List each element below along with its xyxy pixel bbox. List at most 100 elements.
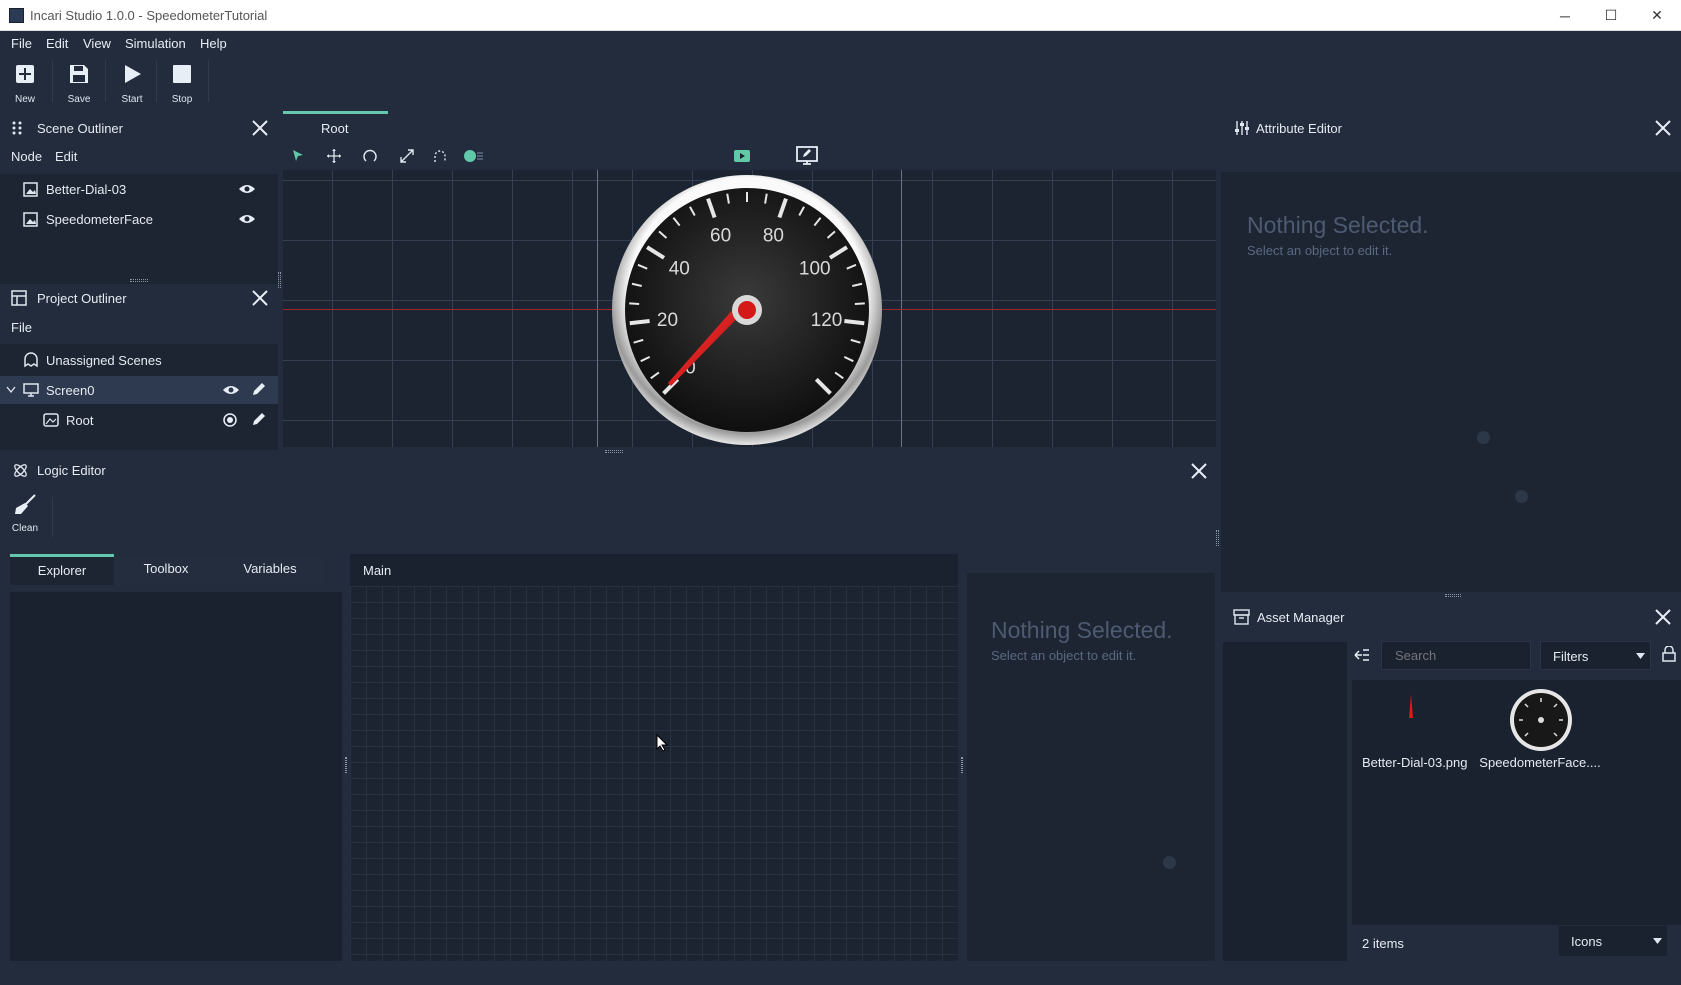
dial-label: 80 [763,225,784,246]
close-window-button[interactable]: ✕ [1634,0,1680,31]
scale-icon[interactable] [399,148,415,164]
splitter-handle[interactable] [278,272,281,288]
splitter-handle[interactable] [1216,530,1219,546]
stop-button[interactable]: Stop [160,60,204,106]
menu-simulation[interactable]: Simulation [125,36,186,51]
eye-icon[interactable] [238,213,256,225]
close-icon[interactable] [250,118,270,138]
view-mode-label: Icons [1571,934,1603,949]
screen-row[interactable]: Screen0 [0,376,278,404]
preview-play-icon[interactable] [733,147,751,165]
view-mode-dropdown[interactable]: Icons [1559,926,1667,956]
rotate-icon[interactable] [362,148,378,164]
root-label: Root [66,413,94,428]
broom-icon [15,494,36,514]
close-icon[interactable] [1653,607,1673,627]
chevron-down-icon[interactable] [6,386,16,394]
asset-grid[interactable]: Better-Dial-03.png SpeedometerFace.... [1352,680,1681,925]
start-label: Start [121,94,143,105]
save-button[interactable]: Save [57,60,101,106]
lock-icon[interactable] [1662,646,1676,662]
logic-canvas-tab-main[interactable]: Main [363,563,391,578]
viewport-toolbar [283,144,1216,170]
logic-atom-icon [14,464,27,477]
start-button[interactable]: Start [110,60,154,106]
filters-dropdown[interactable]: Filters [1540,641,1651,670]
splitter-handle[interactable] [605,450,623,453]
tab-variables-label: Variables [243,561,297,576]
maximize-button[interactable]: ☐ [1588,0,1634,31]
edit-pencil-icon[interactable] [251,411,267,427]
window-title-bar: Incari Studio 1.0.0 - SpeedometerTutoria… [0,0,1681,31]
asset-item[interactable]: Better-Dial-03.png [1362,684,1468,770]
tab-toolbox[interactable]: Toolbox [114,557,218,585]
radio-selected-icon[interactable] [223,413,237,427]
minimize-button[interactable]: ─ [1542,0,1588,31]
asset-folder-tree[interactable] [1223,642,1347,961]
splitter-handle[interactable] [961,757,963,773]
menu-help[interactable]: Help [200,36,227,51]
decorative-dot [1477,431,1490,444]
needle-hub-center [738,301,756,319]
new-label: New [14,94,35,105]
collapse-tree-icon[interactable] [1354,648,1370,662]
speedometer-dial[interactable]: 0204060 80100120 [611,174,883,446]
logic-editor-title: Logic Editor [37,463,106,478]
eye-icon[interactable] [222,384,240,396]
close-icon[interactable] [1189,461,1209,481]
asset-manager-panel: Asset Manager Filters Better-Dial-03.png… [1221,603,1681,961]
asset-count: 2 items [1362,936,1404,951]
root-row[interactable]: Root [0,406,278,434]
close-icon[interactable] [1653,118,1673,138]
toolbar-separator [156,60,157,102]
close-icon[interactable] [250,288,270,308]
explorer-tree[interactable] [10,592,342,961]
viewport-tab-root[interactable]: Root [321,121,348,136]
dial-label: 40 [669,258,690,279]
scene-icon [43,413,59,427]
image-icon [23,212,38,227]
asset-search-input[interactable] [1381,641,1531,670]
image-icon [23,182,38,197]
tab-variables[interactable]: Variables [218,557,322,585]
new-button[interactable]: New [3,60,47,106]
select-arrow-icon[interactable] [291,149,305,163]
layer-toggle-icon[interactable] [463,148,485,164]
scene-viewport[interactable]: 0 20 40 60 80 100 120 [283,170,1216,447]
logic-canvas[interactable] [350,586,958,962]
eye-icon[interactable] [238,183,256,195]
asset-name: Better-Dial-03.png [1362,755,1468,770]
asset-item[interactable]: SpeedometerFace.... [1477,684,1603,770]
dial-tick [629,318,650,326]
menu-edit[interactable]: Edit [46,36,68,51]
scene-menu-edit[interactable]: Edit [55,149,77,164]
dropdown-arrow-icon [1653,938,1662,944]
scene-menu-node[interactable]: Node [11,149,42,164]
tab-explorer[interactable]: Explorer [10,557,114,585]
menu-bar: File Edit View Simulation Help [0,31,1681,56]
toolbar-separator [105,60,106,102]
dial-label: 60 [710,225,731,246]
tab-toolbox-label: Toolbox [143,561,189,576]
screen-edit-icon[interactable] [796,146,818,166]
snap-icon[interactable] [432,148,448,164]
clean-button[interactable]: Clean [3,493,47,539]
project-outliner-panel: Project Outliner File Unassigned Scenes … [0,284,278,450]
stop-icon [173,65,191,83]
attribute-editor-title: Attribute Editor [1256,121,1342,136]
move-icon[interactable] [326,148,342,164]
edit-pencil-icon[interactable] [251,381,267,397]
splitter-handle[interactable] [1445,594,1461,597]
unassigned-scenes-row[interactable]: Unassigned Scenes [0,346,278,374]
scene-item[interactable]: SpeedometerFace [0,205,278,233]
menu-view[interactable]: View [83,36,111,51]
menu-file[interactable]: File [11,36,32,51]
splitter-handle[interactable] [130,279,148,282]
toolbar-separator [208,60,209,102]
filters-label: Filters [1553,649,1589,664]
splitter-handle[interactable] [345,757,347,773]
dropdown-arrow-icon [1636,653,1645,659]
project-outliner-title: Project Outliner [37,291,127,306]
project-menu-file[interactable]: File [11,320,32,335]
scene-item[interactable]: Better-Dial-03 [0,175,278,203]
